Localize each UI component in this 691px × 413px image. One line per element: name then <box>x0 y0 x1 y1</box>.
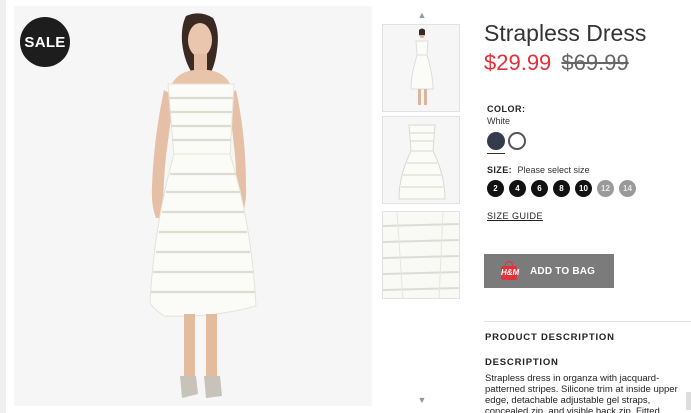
size-option-14[interactable]: 14 <box>619 180 636 197</box>
size-option-2[interactable]: 2 <box>487 180 504 197</box>
thumbnail-strip: ▲ ▼ <box>379 6 465 406</box>
color-swatch-dark-blue[interactable] <box>487 132 505 150</box>
left-edge <box>0 0 6 413</box>
size-option-4[interactable]: 4 <box>509 180 526 197</box>
add-to-bag-label: ADD TO BAG <box>530 265 596 277</box>
size-option-12[interactable]: 12 <box>597 180 614 197</box>
add-to-bag-button[interactable]: H&M ADD TO BAG <box>484 254 614 288</box>
size-hint: Please select size <box>517 165 590 175</box>
thumbnail-image <box>398 124 446 200</box>
thumbnail-dress-front[interactable] <box>382 116 460 204</box>
product-title: Strapless Dress <box>484 20 647 46</box>
section-divider <box>484 321 691 322</box>
scroll-up-arrow-icon[interactable]: ▲ <box>379 10 465 20</box>
description-text: Strapless dress in organza with jacquard… <box>485 373 678 413</box>
color-label: COLOR: <box>487 104 526 114</box>
product-info: Strapless Dress $29.99 $69.99 <box>484 20 691 76</box>
sale-price: $29.99 <box>484 50 552 75</box>
original-price: $69.99 <box>561 50 629 75</box>
model-illustration <box>149 13 257 398</box>
size-option-8[interactable]: 8 <box>553 180 570 197</box>
thumbnail-image <box>383 212 459 298</box>
thumbnail-image <box>410 28 434 105</box>
scrollbar-thumb[interactable] <box>686 392 691 410</box>
thumbnail-dress-detail[interactable] <box>382 211 460 299</box>
size-option-6[interactable]: 6 <box>531 180 548 197</box>
product-description-heading[interactable]: PRODUCT DESCRIPTION <box>485 332 615 343</box>
price-block: $29.99 $69.99 <box>484 50 691 76</box>
size-guide-link[interactable]: SIZE GUIDE <box>487 211 543 221</box>
thumbnail-full-dress[interactable] <box>382 24 460 112</box>
color-swatch-white[interactable] <box>508 132 526 150</box>
shopping-bag-icon: H&M <box>501 260 520 280</box>
color-value: White <box>487 116 511 126</box>
size-label: SIZE: <box>487 165 513 175</box>
scroll-down-arrow-icon[interactable]: ▼ <box>379 395 465 405</box>
bag-icon-logo: H&M <box>501 267 520 277</box>
swatch-hover-indicator <box>487 153 505 154</box>
size-option-10[interactable]: 10 <box>575 180 592 197</box>
sale-badge: SALE <box>20 17 70 67</box>
description-heading: DESCRIPTION <box>485 357 559 368</box>
size-selector-header: SIZE: Please select size <box>487 165 590 175</box>
main-product-image[interactable]: SALE <box>14 6 372 406</box>
